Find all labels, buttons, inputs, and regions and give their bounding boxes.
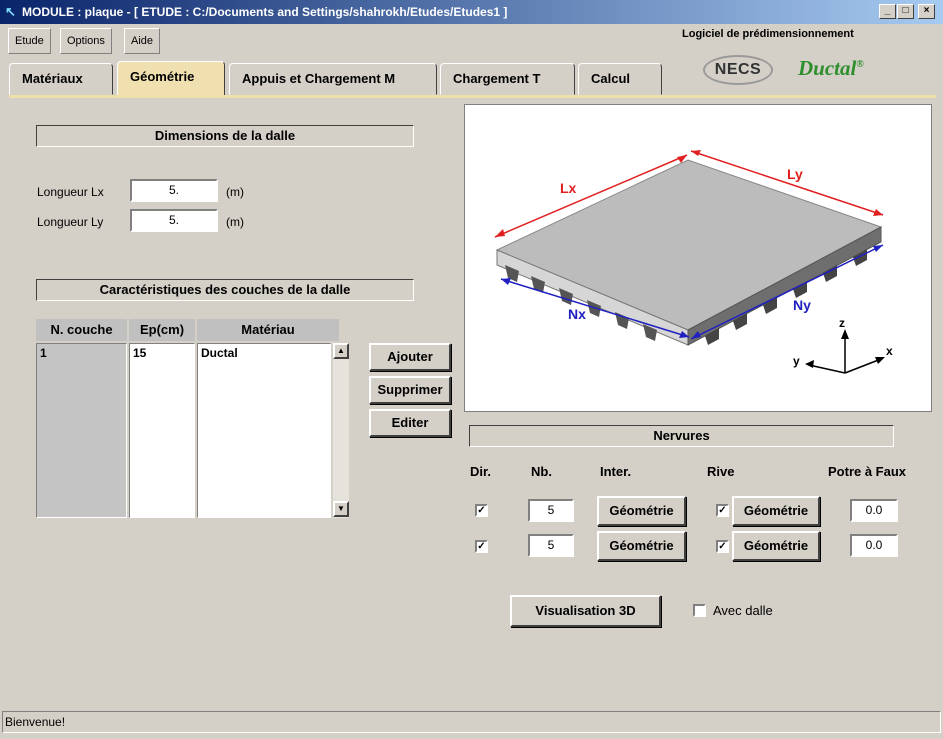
nervures-header-inter: Inter.: [600, 464, 632, 479]
status-bar: Bienvenue!: [2, 711, 941, 733]
ly-unit: (m): [226, 215, 244, 229]
col-header-materiau[interactable]: Matériau: [197, 319, 339, 341]
ny-diagram-label: Ny: [793, 297, 811, 313]
close-button[interactable]: ×: [918, 4, 935, 19]
potre-input-2[interactable]: 0.0: [850, 534, 898, 557]
table-row-n[interactable]: 1: [37, 344, 126, 362]
nervures-title: Nervures: [469, 425, 894, 447]
ductal-logo: Ductal®: [798, 56, 864, 81]
dir-checkbox-1[interactable]: ✓: [475, 504, 488, 517]
rive-checkbox-1[interactable]: ✓: [716, 504, 729, 517]
ductal-logo-mark: ®: [856, 59, 864, 70]
dir-checkbox-2[interactable]: ✓: [475, 540, 488, 553]
axis-x-label: x: [886, 344, 893, 358]
tab-appuis-chargement-m[interactable]: Appuis et Chargement M: [229, 63, 437, 95]
nx-diagram-label: Nx: [568, 306, 586, 322]
maximize-button[interactable]: □: [897, 4, 914, 19]
nervures-header-nb: Nb.: [531, 464, 552, 479]
axis-y-label: y: [793, 354, 800, 368]
menu-options[interactable]: Options: [60, 28, 112, 54]
avec-dalle-checkbox[interactable]: [693, 604, 706, 617]
layers-title: Caractéristiques des couches de la dalle: [36, 279, 414, 301]
col-header-ep[interactable]: Ep(cm): [129, 319, 195, 341]
rive-geometrie-button-1[interactable]: Géométrie: [732, 496, 820, 526]
nervures-header-dir: Dir.: [470, 464, 491, 479]
table-row-materiau[interactable]: Ductal: [198, 344, 330, 362]
brand-tagline: Logiciel de prédimensionnement: [682, 28, 854, 40]
slab-diagram: Lx Ly Nx Ny z x y: [464, 104, 932, 412]
nb-input-2[interactable]: 5: [528, 534, 574, 557]
axes-icon: [805, 329, 885, 374]
tab-materiaux[interactable]: Matériaux: [9, 63, 113, 95]
nervures-header-rive: Rive: [707, 464, 735, 479]
tab-geometrie[interactable]: Géométrie: [117, 61, 225, 97]
tab-chargement-t[interactable]: Chargement T: [440, 63, 575, 95]
table-row-ep[interactable]: 15: [130, 344, 194, 362]
menu-etude[interactable]: Etude: [8, 28, 51, 54]
visualisation-3d-button[interactable]: Visualisation 3D: [510, 595, 661, 627]
slab-svg: Lx Ly Nx Ny z x y: [494, 150, 893, 374]
lx-unit: (m): [226, 185, 244, 199]
ly-diagram-label: Ly: [787, 166, 803, 182]
potre-input-1[interactable]: 0.0: [850, 499, 898, 522]
avec-dalle-label: Avec dalle: [713, 603, 773, 618]
delete-layer-button[interactable]: Supprimer: [369, 376, 451, 404]
ly-input[interactable]: 5.: [130, 209, 218, 232]
lx-diagram-label: Lx: [560, 180, 577, 196]
col-header-n-couche[interactable]: N. couche: [36, 319, 127, 341]
nervures-header-potre: Potre à Faux: [828, 464, 907, 479]
axis-z-label: z: [839, 316, 845, 330]
inter-geometrie-button-2[interactable]: Géométrie: [597, 531, 686, 561]
scroll-up-icon[interactable]: ▲: [333, 343, 349, 359]
list-col-ep[interactable]: 15: [129, 343, 195, 518]
ly-label: Longueur Ly: [37, 215, 104, 229]
rive-geometrie-button-2[interactable]: Géométrie: [732, 531, 820, 561]
app-icon: ↖: [5, 4, 16, 19]
nb-input-1[interactable]: 5: [528, 499, 574, 522]
slab-top: [495, 159, 883, 331]
edit-layer-button[interactable]: Editer: [369, 409, 451, 437]
scroll-down-icon[interactable]: ▼: [333, 501, 349, 517]
list-col-n[interactable]: 1: [36, 343, 127, 518]
minimize-button[interactable]: _: [879, 4, 896, 19]
ductal-logo-text: Ductal: [798, 56, 857, 80]
dimensions-title: Dimensions de la dalle: [36, 125, 414, 147]
list-col-materiau[interactable]: Ductal: [197, 343, 331, 518]
window-title: MODULE : plaque - [ ETUDE : C:/Documents…: [22, 5, 508, 19]
title-bar: ↖ MODULE : plaque - [ ETUDE : C:/Documen…: [0, 0, 943, 24]
rive-checkbox-2[interactable]: ✓: [716, 540, 729, 553]
tab-calcul[interactable]: Calcul: [578, 63, 662, 95]
lx-input[interactable]: 5.: [130, 179, 218, 202]
menu-aide[interactable]: Aide: [124, 28, 161, 54]
list-scrollbar[interactable]: ▲ ▼: [333, 343, 349, 518]
necs-logo: NECS: [703, 55, 773, 85]
lx-label: Longueur Lx: [37, 185, 104, 199]
inter-geometrie-button-1[interactable]: Géométrie: [597, 496, 686, 526]
add-layer-button[interactable]: Ajouter: [369, 343, 451, 371]
